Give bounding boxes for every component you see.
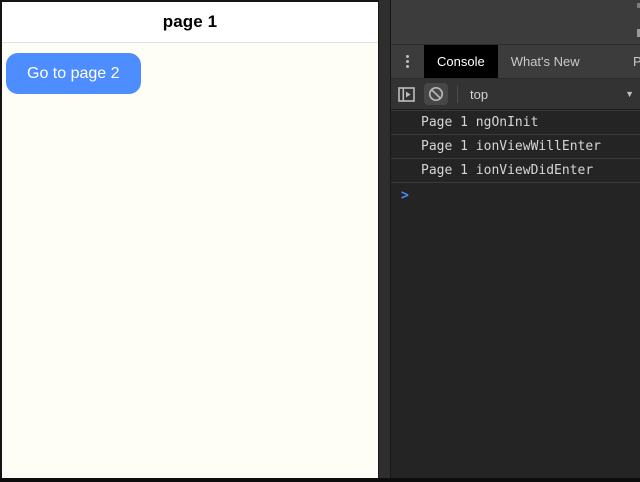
page-title: page 1: [163, 12, 217, 32]
context-selector[interactable]: top: [470, 87, 488, 102]
chevron-down-icon[interactable]: ▼: [625, 89, 634, 99]
console-toolbar: top ▼: [391, 79, 640, 110]
panel-divider[interactable]: [378, 0, 391, 478]
console-sidebar-icon[interactable]: [398, 87, 415, 102]
console-message: Page 1 ngOnInit: [391, 111, 640, 135]
go-to-page-2-button[interactable]: Go to page 2: [6, 53, 141, 94]
app-content: Go to page 2: [2, 43, 378, 479]
console-prompt[interactable]: >: [391, 183, 640, 207]
more-options-icon[interactable]: [391, 45, 424, 78]
screenshot-root: page 1 Go to page 2 Console What's New P: [0, 0, 640, 482]
devtools-top-strip: [391, 0, 640, 45]
prompt-chevron-icon: >: [401, 187, 409, 204]
clear-console-icon[interactable]: [424, 83, 448, 105]
console-message: Page 1 ionViewWillEnter: [391, 135, 640, 159]
console-log: Page 1 ngOnInit Page 1 ionViewWillEnter …: [391, 110, 640, 207]
tab-console[interactable]: Console: [424, 45, 498, 78]
toolbar-separator: [457, 86, 458, 103]
tab-partial[interactable]: P: [629, 45, 640, 78]
devtools-tab-bar: Console What's New P: [391, 45, 640, 79]
console-message: Page 1 ionViewDidEnter: [391, 159, 640, 183]
tab-whats-new[interactable]: What's New: [498, 45, 593, 78]
app-preview-panel: page 1 Go to page 2: [0, 0, 378, 478]
devtools-panel: Console What's New P top ▼: [391, 0, 640, 478]
app-header: page 1: [2, 2, 378, 43]
